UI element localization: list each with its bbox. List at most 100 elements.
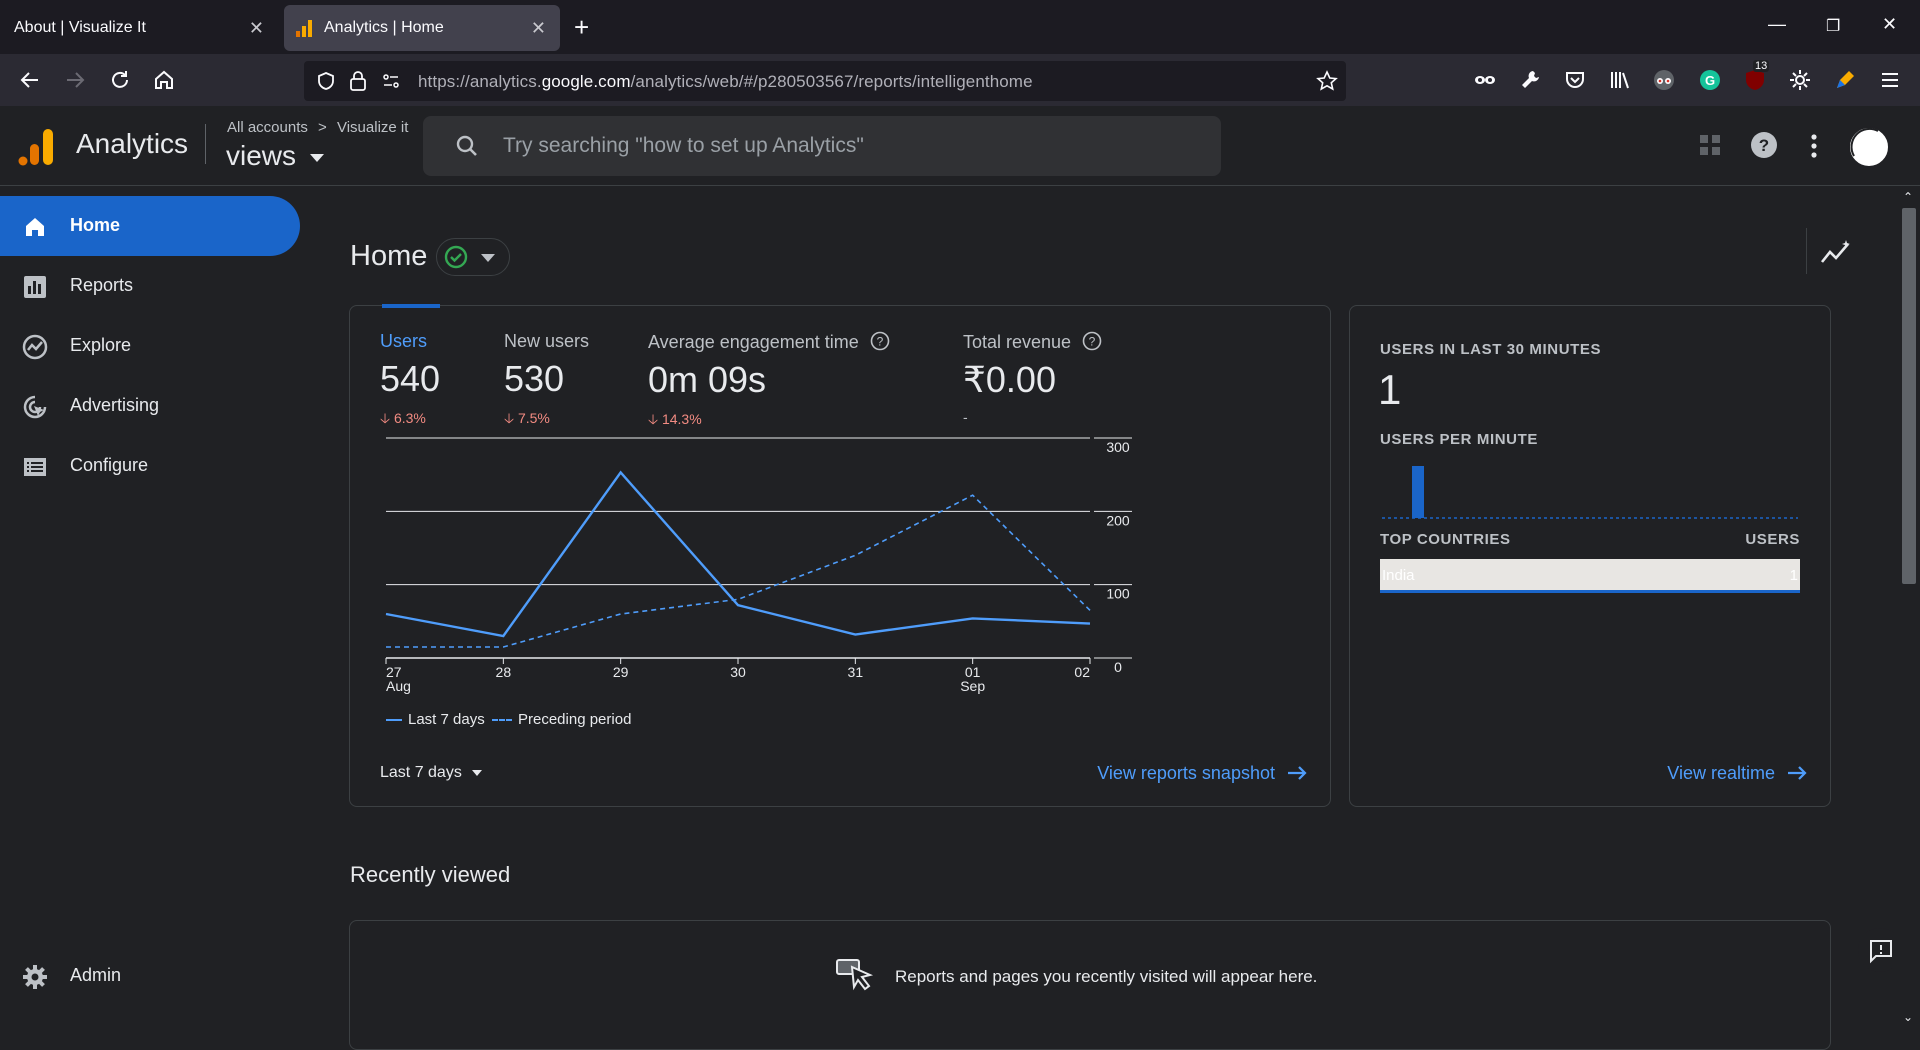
sidebar-item-advertising[interactable]: Advertising xyxy=(0,376,300,436)
ublock-icon[interactable]: 13 xyxy=(1743,60,1770,92)
sidebar-item-explore[interactable]: Explore xyxy=(0,316,300,376)
x-tick-sublabel: Sep xyxy=(960,678,985,694)
svg-text:G: G xyxy=(1705,73,1715,88)
sidebar-item-label: Explore xyxy=(70,335,132,355)
pencil-extension-icon[interactable] xyxy=(1833,68,1857,92)
x-tick-sublabel: Aug xyxy=(386,678,411,694)
reader-glasses-icon[interactable] xyxy=(1652,68,1676,92)
view-realtime-link[interactable]: View realtime xyxy=(1667,763,1808,784)
window-close-icon[interactable]: ✕ xyxy=(1882,14,1897,35)
svg-text:?: ? xyxy=(1759,136,1769,155)
advertising-icon xyxy=(22,394,48,420)
address-bar[interactable]: https://analytics.google.com/analytics/w… xyxy=(304,61,1346,101)
configure-icon xyxy=(22,454,48,480)
check-circle-icon xyxy=(444,245,468,269)
series-line-last-7-days xyxy=(385,470,1091,638)
browser-tab-about[interactable]: About | Visualize It ✕ xyxy=(0,5,278,51)
y-tick-label: 200 xyxy=(1106,512,1130,528)
scroll-up-icon[interactable]: ⌃ xyxy=(1903,190,1913,204)
grammarly-icon[interactable]: G xyxy=(1698,68,1722,92)
x-tick-label: 31 xyxy=(848,664,864,680)
sidebar-item-reports[interactable]: Reports xyxy=(0,256,300,316)
legend-dashed-swatch xyxy=(492,719,512,722)
bookmark-star-icon[interactable] xyxy=(1316,70,1338,92)
tab-title: About | Visualize It xyxy=(14,19,146,36)
users-30-min-label: USERS IN LAST 30 MINUTES xyxy=(1380,341,1602,358)
search-input[interactable]: Try searching "how to set up Analytics" xyxy=(423,116,1221,176)
search-icon xyxy=(455,134,479,158)
recently-viewed-title: Recently viewed xyxy=(350,862,511,887)
menu-hamburger-icon[interactable] xyxy=(1878,68,1902,92)
analytics-logo-icon[interactable] xyxy=(18,128,54,166)
cursor-click-icon xyxy=(836,957,880,997)
explore-icon xyxy=(22,334,48,360)
back-icon[interactable] xyxy=(18,68,42,92)
product-name[interactable]: Analytics xyxy=(76,128,188,160)
sidebar-item-label: Advertising xyxy=(70,395,160,415)
apps-grid-icon[interactable] xyxy=(1698,133,1722,157)
users-line-chart: 300200100027Aug28 29 30 31 01Sep02 xyxy=(385,437,1132,694)
insights-icon[interactable] xyxy=(1820,238,1852,266)
breadcrumb-all-accounts[interactable]: All accounts xyxy=(227,119,308,136)
date-range-dropdown[interactable]: Last 7 days xyxy=(380,764,483,782)
sidebar: Home Reports Explore Advertising Configu… xyxy=(0,186,300,1030)
extension-gear-icon[interactable] xyxy=(1788,68,1812,92)
sidebar-item-home[interactable]: Home xyxy=(0,196,300,256)
divider xyxy=(1806,228,1807,274)
realtime-card: USERS IN LAST 30 MINUTES 1 USERS PER MIN… xyxy=(1349,305,1831,807)
feedback-button[interactable] xyxy=(1858,928,1902,972)
y-tick-label: 300 xyxy=(1106,439,1130,455)
incognito-mask-icon[interactable] xyxy=(1473,68,1497,92)
x-tick-label: 30 xyxy=(730,664,746,680)
recently-viewed-empty-message: Reports and pages you recently visited w… xyxy=(895,967,1318,986)
scroll-down-icon[interactable]: ⌄ xyxy=(1903,1010,1913,1024)
sidebar-item-configure[interactable]: Configure xyxy=(0,436,300,496)
help-icon[interactable]: ? xyxy=(1750,131,1778,159)
sidebar-item-label: Configure xyxy=(70,455,149,475)
permissions-icon[interactable] xyxy=(382,72,400,90)
reload-icon[interactable] xyxy=(108,68,132,92)
page-scrollbar[interactable]: ⌃ ⌄ xyxy=(1897,186,1920,1030)
home-icon xyxy=(22,214,48,240)
overview-card: Users 540 🡣 6.3% New users 530 🡣 7.5% Av… xyxy=(349,304,1331,807)
top-countries-label: TOP COUNTRIES xyxy=(1380,531,1511,548)
country-name: India xyxy=(1382,567,1415,584)
analytics-header: Analytics All accounts > Visualize it vi… xyxy=(0,106,1920,186)
breadcrumb[interactable]: All accounts > Visualize it xyxy=(227,119,408,136)
home-page-icon[interactable] xyxy=(152,68,176,92)
avatar[interactable] xyxy=(1848,126,1890,168)
notification-badge: 13 xyxy=(1753,60,1770,72)
country-users: 1 xyxy=(1789,567,1798,584)
users-column-label: USERS xyxy=(1745,531,1800,548)
lock-icon[interactable] xyxy=(349,70,367,92)
scroll-thumb[interactable] xyxy=(1902,208,1916,584)
close-icon[interactable]: ✕ xyxy=(249,18,264,39)
status-dropdown[interactable] xyxy=(436,238,510,276)
pocket-icon[interactable] xyxy=(1563,68,1587,92)
recently-viewed-card: Reports and pages you recently visited w… xyxy=(349,920,1831,1050)
arrow-right-icon xyxy=(1788,765,1808,781)
minimize-icon[interactable]: — xyxy=(1768,14,1786,35)
browser-tab-analytics[interactable]: Analytics | Home ✕ xyxy=(284,5,560,51)
legend-solid-swatch xyxy=(386,719,402,722)
country-row[interactable]: India 1 xyxy=(1380,559,1800,593)
wrench-icon[interactable] xyxy=(1518,68,1542,92)
shield-icon[interactable] xyxy=(316,71,336,91)
restore-icon[interactable]: ❐ xyxy=(1826,16,1840,36)
property-selector[interactable]: views xyxy=(226,140,324,172)
new-tab-icon[interactable]: + xyxy=(574,12,589,43)
per-minute-bar xyxy=(1412,466,1424,518)
library-icon[interactable] xyxy=(1608,68,1632,92)
more-vert-icon[interactable] xyxy=(1810,134,1818,158)
page-title: Home xyxy=(350,240,428,272)
legend-current: Last 7 days xyxy=(386,711,485,728)
analytics-logo-icon xyxy=(296,18,314,38)
sidebar-item-admin[interactable]: Admin xyxy=(0,946,300,1006)
close-icon[interactable]: ✕ xyxy=(531,18,546,39)
view-reports-snapshot-link[interactable]: View reports snapshot xyxy=(1097,763,1308,784)
breadcrumb-account[interactable]: Visualize it xyxy=(337,119,408,136)
x-tick-label: 29 xyxy=(613,664,629,680)
y-tick-label: 100 xyxy=(1106,586,1130,602)
forward-icon[interactable] xyxy=(63,68,87,92)
browser-nav-bar: https://analytics.google.com/analytics/w… xyxy=(0,54,1920,106)
